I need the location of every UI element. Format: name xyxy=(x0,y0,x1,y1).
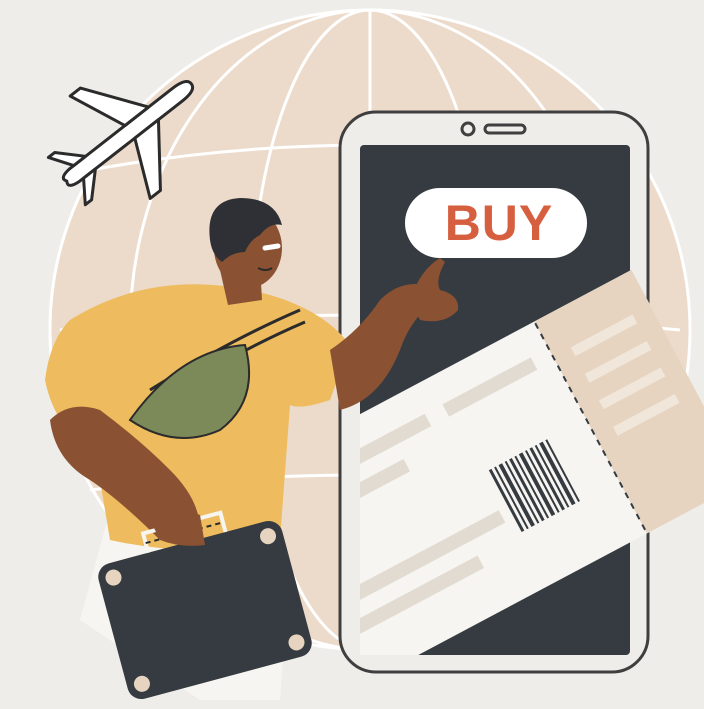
buy-button[interactable]: BUY xyxy=(414,190,584,256)
travel-illustration xyxy=(45,8,704,700)
illustration-stage: BUY xyxy=(0,0,704,709)
